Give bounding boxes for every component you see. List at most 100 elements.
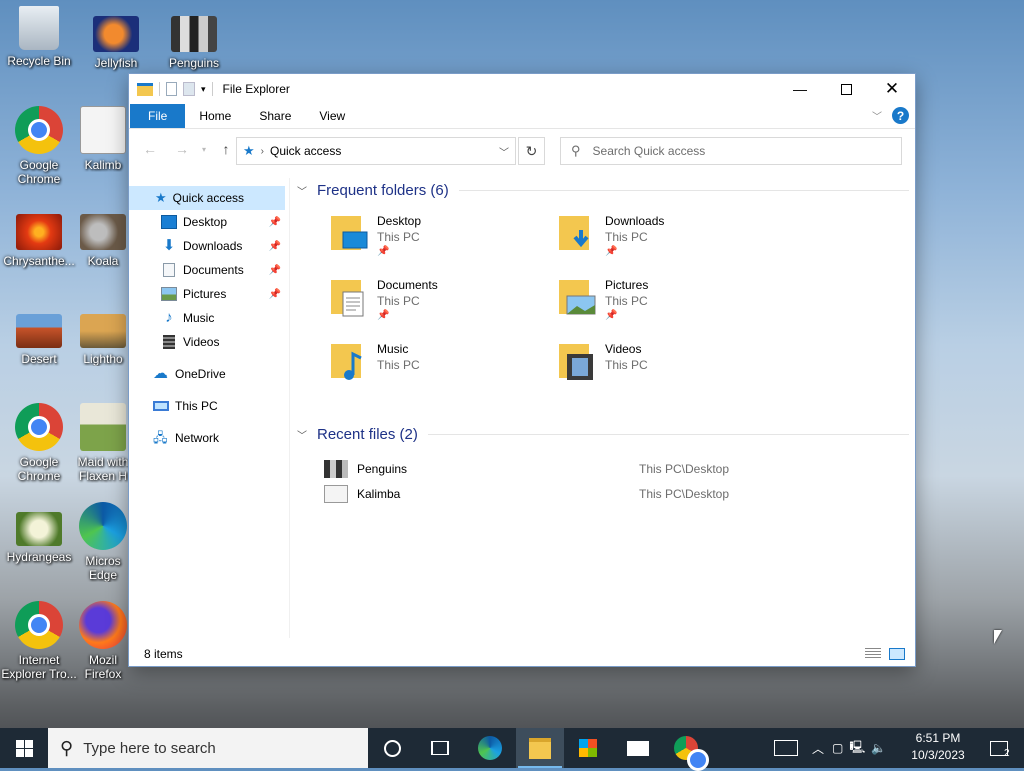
frequent-folders-header[interactable]: ﹀ Frequent folders (6) [289,178,909,202]
clock-time: 6:51 PM [915,731,961,745]
desktop-icon-koala[interactable]: Koala [77,214,129,268]
expand-ribbon-icon[interactable]: ﹀ [872,108,882,123]
show-hidden-icons-chevron-icon[interactable]: ︿ [812,740,824,757]
search-placeholder[interactable]: Search Quick access [593,144,706,158]
status-bar: 8 items [129,642,915,666]
start-button[interactable] [0,728,48,768]
taskbar-store[interactable] [564,728,612,768]
folder-tile-music[interactable]: Music This PC [329,340,557,400]
videos-film-icon [163,335,175,349]
tab-home[interactable]: Home [185,104,245,128]
up-button[interactable]: ↑ [215,141,237,157]
address-box[interactable]: ★ › Quick access ﹀ [236,137,516,165]
task-view-button[interactable] [416,728,464,768]
pin-icon[interactable]: 📌 [269,241,281,252]
desktop-icon-jellyfish[interactable]: Jellyfish [77,16,155,70]
customize-toolbar-icon[interactable]: ▾ [201,84,206,95]
forward-button[interactable]: → [171,141,193,157]
recent-file-path: This PC\Desktop [639,461,730,476]
pin-icon[interactable]: 📌 [605,310,617,321]
desktop-icon-penguins[interactable]: Penguins [155,16,233,70]
new-folder-icon[interactable] [183,82,195,96]
pictures-folder-icon [559,280,596,315]
close-button[interactable]: ✕ [869,74,915,104]
recent-file-row[interactable]: Penguins This PC\Desktop [289,456,909,481]
recent-locations-icon[interactable]: ▾ [193,145,215,154]
pin-icon[interactable]: 📌 [269,289,281,300]
pin-icon[interactable]: 📌 [269,265,281,276]
desktop-icon-kalimba[interactable]: Kalimb [77,106,129,172]
taskbar-search-box[interactable]: ⚲ Type here to search [48,728,368,768]
breadcrumb-chevron-icon[interactable]: › [261,146,264,157]
action-center-button[interactable]: 2 [974,728,1024,768]
chevron-down-icon[interactable]: ﹀ [297,183,313,198]
cortana-button[interactable] [368,728,416,768]
desktop-icon-hydrangeas[interactable]: Hydrangeas [0,512,78,564]
nav-videos[interactable]: Videos [129,330,285,354]
documents-icon [163,263,175,277]
address-path[interactable]: Quick access [270,144,341,158]
nav-music[interactable]: ♪ Music [129,306,285,330]
recent-files-header[interactable]: ﹀ Recent files (2) [289,422,909,446]
nav-documents[interactable]: Documents 📌 [129,258,285,282]
desktop-icon-recycle-bin[interactable]: Recycle Bin [0,6,78,68]
address-dropdown-icon[interactable]: ﹀ [499,144,509,159]
desktop-icon-desert[interactable]: Desert [0,314,78,366]
pin-icon[interactable]: 📌 [269,217,281,228]
folder-tile-desktop[interactable]: Desktop This PC 📌 [329,212,557,272]
windows-logo-icon [15,739,33,757]
nav-network[interactable]: 🖧 Network [129,426,285,450]
minimize-button[interactable]: — [777,74,823,104]
large-icons-view-icon[interactable] [889,648,905,660]
folder-tile-documents[interactable]: Documents This PC 📌 [329,276,557,336]
folder-tile-downloads[interactable]: Downloads This PC 📌 [557,212,785,272]
pin-icon[interactable]: 📌 [377,246,389,257]
taskbar-search-placeholder[interactable]: Type here to search [83,740,216,757]
taskbar-mail[interactable] [614,728,662,768]
refresh-button[interactable]: ↻ [518,137,545,165]
network-status-icon[interactable]: 🖳 [849,738,865,759]
recent-file-row[interactable]: Kalimba This PC\Desktop [289,481,909,506]
meet-now-icon[interactable]: ▢ [832,741,843,755]
nav-quick-access[interactable]: ★ Quick access [129,186,285,210]
desktop-icon-maid-flaxen[interactable]: Maid with Flaxen H [77,403,129,483]
downloads-arrow-icon: ⬇ [162,237,176,254]
desktop-icon-chrysanthemum[interactable]: Chrysanthe... [0,214,78,268]
taskbar-chrome[interactable] [662,728,710,771]
taskbar-edge[interactable] [466,728,514,768]
folder-tile-videos[interactable]: Videos This PC [557,340,785,400]
back-button[interactable]: ← [139,141,161,157]
pin-icon[interactable]: 📌 [377,310,389,321]
tab-view[interactable]: View [305,104,359,128]
desktop-icon-firefox[interactable]: Mozil Firefox [77,601,129,681]
nav-this-pc[interactable]: This PC [129,394,285,418]
pin-icon[interactable]: 📌 [605,246,617,257]
taskbar-file-explorer[interactable] [516,728,564,768]
desktop-icon-google-chrome-2[interactable]: Google Chrome [0,403,78,483]
nav-pictures[interactable]: Pictures 📌 [129,282,285,306]
volume-muted-icon[interactable]: 🔈 [871,741,886,755]
desktop-icon-internet-explorer[interactable]: Internet Explorer Tro... [0,601,78,681]
maximize-button[interactable] [823,74,869,104]
search-box[interactable]: ⚲ Search Quick access [560,137,902,165]
folder-tile-pictures[interactable]: Pictures This PC 📌 [557,276,785,336]
action-keyboard-icon[interactable] [774,740,798,756]
nav-desktop[interactable]: Desktop 📌 [129,210,285,234]
penguins-thumbnail [171,16,217,52]
desktop-icon-label: Internet Explorer Tro... [1,653,77,681]
nav-downloads[interactable]: ⬇ Downloads 📌 [129,234,285,258]
nav-onedrive[interactable]: ☁ OneDrive [129,362,285,386]
desktop-icon-lighthouse[interactable]: Lightho [77,314,129,366]
desktop-icon-microsoft-edge[interactable]: Micros Edge [77,502,129,582]
notification-count-badge: 2 [1004,748,1010,759]
properties-icon[interactable] [166,82,177,96]
tab-share[interactable]: Share [245,104,305,128]
details-view-icon[interactable] [865,648,881,658]
chevron-down-icon[interactable]: ﹀ [297,427,313,442]
tab-file[interactable]: File [130,104,186,128]
help-icon[interactable]: ? [892,107,909,124]
folder-name: Pictures [605,278,649,292]
clock[interactable]: 6:51 PM 10/3/2023 [906,730,970,764]
file-explorer-icon[interactable] [137,82,153,96]
desktop-icon-google-chrome[interactable]: Google Chrome [0,106,78,186]
